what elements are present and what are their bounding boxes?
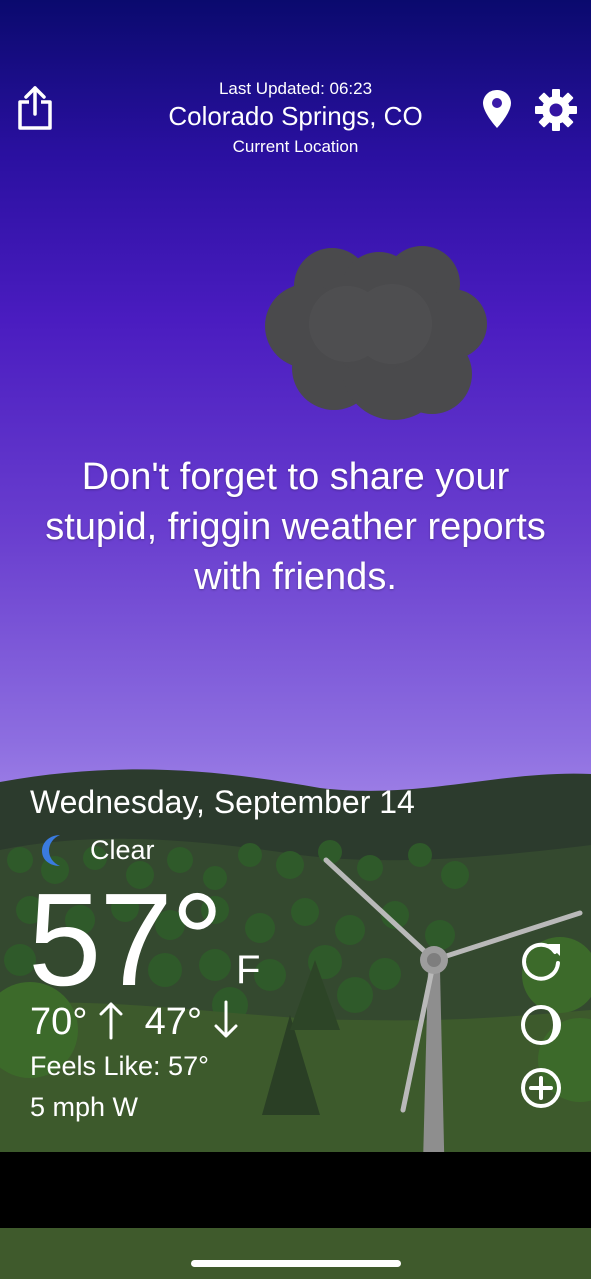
location-pin-icon: [483, 90, 511, 128]
add-location-button[interactable]: [518, 1065, 564, 1111]
condition-row: Clear: [36, 830, 155, 870]
high-low-row: 70° 47°: [30, 1000, 239, 1044]
refresh-button[interactable]: [518, 938, 564, 984]
weather-screen: Last Updated: 06:23 Colorado Springs, CO…: [0, 0, 591, 1279]
arrow-up-icon: [99, 1002, 123, 1040]
location-label: Current Location: [232, 137, 359, 156]
theme-button[interactable]: [518, 1002, 564, 1048]
arrow-down-icon: [214, 1000, 238, 1038]
bottom-landscape-strip: [0, 1228, 591, 1279]
current-temperature: 57°: [28, 866, 224, 1013]
temperature-unit[interactable]: F: [236, 948, 260, 993]
date-text: Wednesday, September 14: [30, 784, 415, 820]
add-icon: [521, 1068, 561, 1108]
refresh-icon: [522, 942, 560, 981]
gear-icon: [535, 89, 577, 131]
feels-like-text: Feels Like: 57°: [30, 1051, 209, 1081]
low-temp: 47°: [144, 1001, 203, 1043]
high-temp: 70°: [30, 1001, 88, 1043]
location-button[interactable]: [480, 88, 514, 130]
home-indicator[interactable]: [191, 1260, 401, 1267]
condition-text: Clear: [90, 834, 155, 865]
moon-icon: [42, 835, 60, 866]
wind-text: 5 mph W: [30, 1092, 139, 1122]
moon-phase-icon: [521, 1005, 561, 1045]
settings-button[interactable]: [533, 87, 579, 133]
share-reminder-message: Don't forget to share your stupid, frigg…: [45, 456, 546, 598]
bottom-black-bar: [0, 1152, 591, 1228]
cloud-icon: [265, 246, 487, 420]
